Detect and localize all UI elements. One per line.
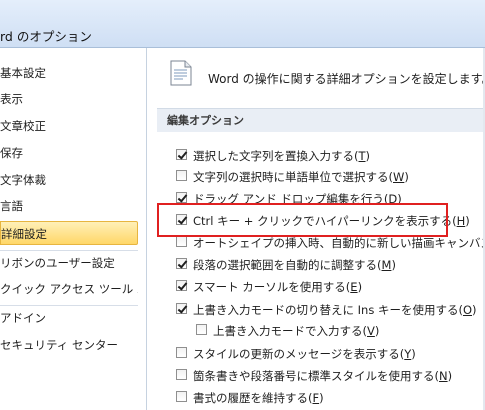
section-title-editing-options: 編集オプション bbox=[157, 108, 485, 132]
sidebar-item-display[interactable]: 表示 bbox=[0, 87, 138, 111]
sidebar-item-typography[interactable]: 文字体裁 bbox=[0, 168, 138, 192]
sidebar-item-language[interactable]: 言語 bbox=[0, 194, 138, 218]
sidebar-item-advanced[interactable]: 詳細設定 bbox=[0, 221, 138, 245]
checkbox[interactable] bbox=[176, 347, 187, 358]
title-bar: rd のオプション bbox=[0, 0, 485, 48]
checkbox[interactable] bbox=[176, 236, 187, 247]
window-title: rd のオプション bbox=[0, 29, 92, 44]
checkbox[interactable] bbox=[176, 149, 187, 160]
options-sidebar: 基本設定 表示 文章校正 保存 文字体裁 言語 詳細設定 リボンのユーザー設定 … bbox=[0, 48, 147, 410]
checkbox[interactable] bbox=[176, 391, 187, 402]
checkbox[interactable] bbox=[176, 280, 187, 291]
document-settings-icon bbox=[170, 60, 192, 86]
checkbox[interactable] bbox=[176, 258, 187, 269]
checkbox[interactable] bbox=[176, 192, 187, 203]
highlight-annotation-box bbox=[157, 203, 448, 237]
sidebar-item-save[interactable]: 保存 bbox=[0, 141, 138, 165]
sidebar-item-proofing[interactable]: 文章校正 bbox=[0, 114, 138, 138]
sidebar-item-quick-access-toolbar[interactable]: クイック アクセス ツール バー bbox=[0, 277, 138, 301]
checkbox[interactable] bbox=[176, 369, 187, 380]
sidebar-item-customize-ribbon[interactable]: リボンのユーザー設定 bbox=[0, 251, 138, 275]
checkbox[interactable] bbox=[176, 303, 187, 314]
checkbox[interactable] bbox=[196, 324, 207, 335]
panel-description: Word の操作に関する詳細オプションを設定します。 bbox=[208, 72, 485, 86]
checkbox[interactable] bbox=[176, 170, 187, 181]
sidebar-item-addins[interactable]: アドイン bbox=[0, 306, 138, 330]
sidebar-item-trust-center[interactable]: セキュリティ センター bbox=[0, 333, 138, 357]
sidebar-item-basic[interactable]: 基本設定 bbox=[0, 61, 138, 85]
